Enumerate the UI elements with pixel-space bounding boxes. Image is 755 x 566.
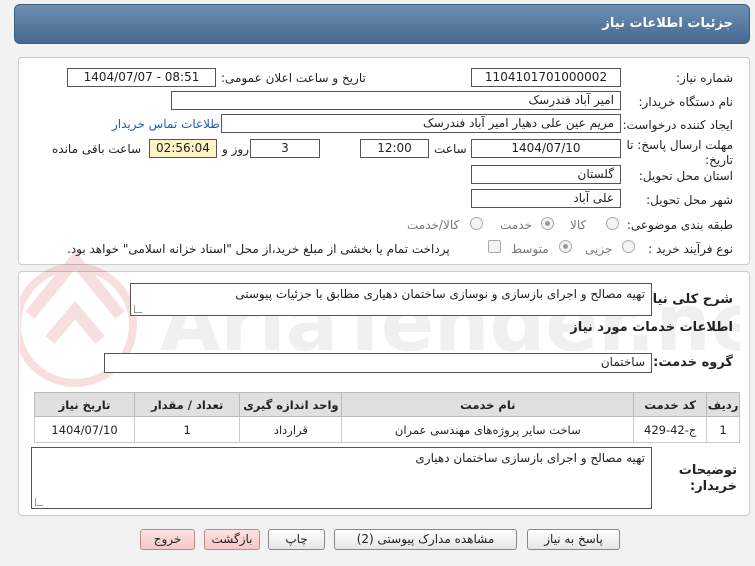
province-label: استان محل تحویل:	[638, 169, 733, 183]
service-group-label: گروه خدمت:	[653, 355, 733, 370]
treasury-payment-note: پرداخت تمام یا بخشی از مبلغ خرید،از محل …	[67, 242, 450, 256]
creator-field: مریم عین علی دهیار امیر آباد فندرسک	[221, 114, 621, 133]
cell-unit: قرارداد	[239, 416, 343, 443]
remaining-time-field: 02:56:04	[149, 139, 217, 158]
process-radio-minor[interactable]	[622, 240, 635, 253]
province-field: گلستان	[471, 165, 621, 184]
deadline-time-field: 12:00	[360, 139, 429, 158]
process-radio-medium[interactable]	[559, 240, 572, 253]
deadline-date-field: 1404/07/10	[471, 139, 621, 158]
cell-quantity: 1	[134, 416, 241, 443]
buyer-notes-text: تهیه مصالح و اجرای بازسازی ساختمان دهیار…	[415, 451, 645, 465]
days-remaining-field: 3	[250, 139, 320, 158]
col-service-name: نام خدمت	[341, 392, 635, 417]
reply-button[interactable]: پاسخ به نیاز	[527, 529, 620, 550]
services-table: ردیف کد خدمت نام خدمت واحد اندازه گیری ت…	[33, 392, 740, 443]
cell-need-date: 1404/07/10	[33, 416, 136, 443]
page-title: جزئیات اطلاعات نیاز	[602, 16, 733, 31]
print-button[interactable]: چاپ	[268, 529, 325, 550]
view-attachments-button[interactable]: مشاهده مدارک پیوستی (2)	[334, 529, 517, 550]
category-label: طبقه بندی موضوعی:	[626, 218, 733, 232]
cell-service-code: ج-42-429	[633, 416, 708, 443]
cell-row-number: 1	[706, 416, 740, 443]
process-option-medium: متوسط	[511, 242, 549, 256]
need-number-label: شماره نیاز:	[676, 71, 733, 85]
exit-button[interactable]: خروج	[140, 529, 195, 550]
service-group-field: ساختمان	[104, 353, 652, 373]
back-button[interactable]: بازگشت	[204, 529, 260, 550]
category-option-goods: کالا	[570, 218, 587, 232]
treasury-payment-checkbox[interactable]	[488, 240, 501, 253]
buyer-org-field: امیر آباد فندرسک	[171, 91, 621, 110]
table-row: 1 ج-42-429 ساخت سایر پروژه‌های مهندسی عم…	[33, 416, 740, 443]
resize-handle-icon[interactable]	[35, 498, 43, 506]
deadline-label: مهلت ارسال پاسخ: تا تاریخ:	[626, 138, 733, 167]
buyer-notes-label: توضیحات خریدار:	[678, 463, 737, 494]
col-service-code: کد خدمت	[633, 392, 708, 417]
col-row-number: ردیف	[706, 392, 740, 417]
need-number-field: 1104101701000002	[471, 68, 621, 87]
category-radio-goods[interactable]	[606, 217, 619, 230]
buyer-contact-link[interactable]: اطلاعات تماس خریدار	[112, 117, 223, 131]
cell-service-name: ساخت سایر پروژه‌های مهندسی عمران	[341, 416, 635, 443]
resize-handle-icon[interactable]	[134, 305, 142, 313]
process-label: نوع فرآیند خرید :	[648, 242, 733, 256]
summary-text: تهیه مصالح و اجرای بازسازی و نوسازی ساخت…	[235, 287, 645, 301]
city-label: شهر محل تحویل:	[646, 193, 733, 207]
process-option-minor: جزیی	[585, 242, 613, 256]
deadline-time-label: ساعت	[434, 142, 467, 156]
buyer-notes-textarea[interactable]: تهیه مصالح و اجرای بازسازی ساختمان دهیار…	[31, 447, 652, 509]
col-unit: واحد اندازه گیری	[239, 392, 343, 417]
announce-datetime-label: تاریخ و ساعت اعلان عمومی:	[221, 71, 366, 85]
category-radio-goods-service[interactable]	[470, 217, 483, 230]
creator-label: ایجاد کننده درخواست:	[622, 118, 733, 132]
remaining-time-label: ساعت باقی مانده	[52, 142, 142, 156]
city-field: علی آباد	[471, 189, 621, 208]
announce-datetime-field: 1404/07/07 - 08:51	[67, 68, 216, 87]
services-section-title: اطلاعات خدمات مورد نیاز	[570, 320, 733, 335]
summary-label: شرح کلی نیاز:	[639, 292, 733, 307]
col-quantity: تعداد / مقدار	[134, 392, 241, 417]
category-option-service: خدمت	[500, 218, 532, 232]
col-need-date: تاریخ نیاز	[33, 392, 136, 417]
category-option-goods-service: کالا/خدمت	[407, 218, 460, 232]
page-header: جزئیات اطلاعات نیاز	[14, 4, 750, 44]
buyer-org-label: نام دستگاه خریدار:	[638, 95, 734, 109]
summary-textarea[interactable]: تهیه مصالح و اجرای بازسازی و نوسازی ساخت…	[130, 283, 652, 316]
category-radio-service[interactable]	[541, 217, 554, 230]
days-label: روز و	[222, 142, 249, 156]
